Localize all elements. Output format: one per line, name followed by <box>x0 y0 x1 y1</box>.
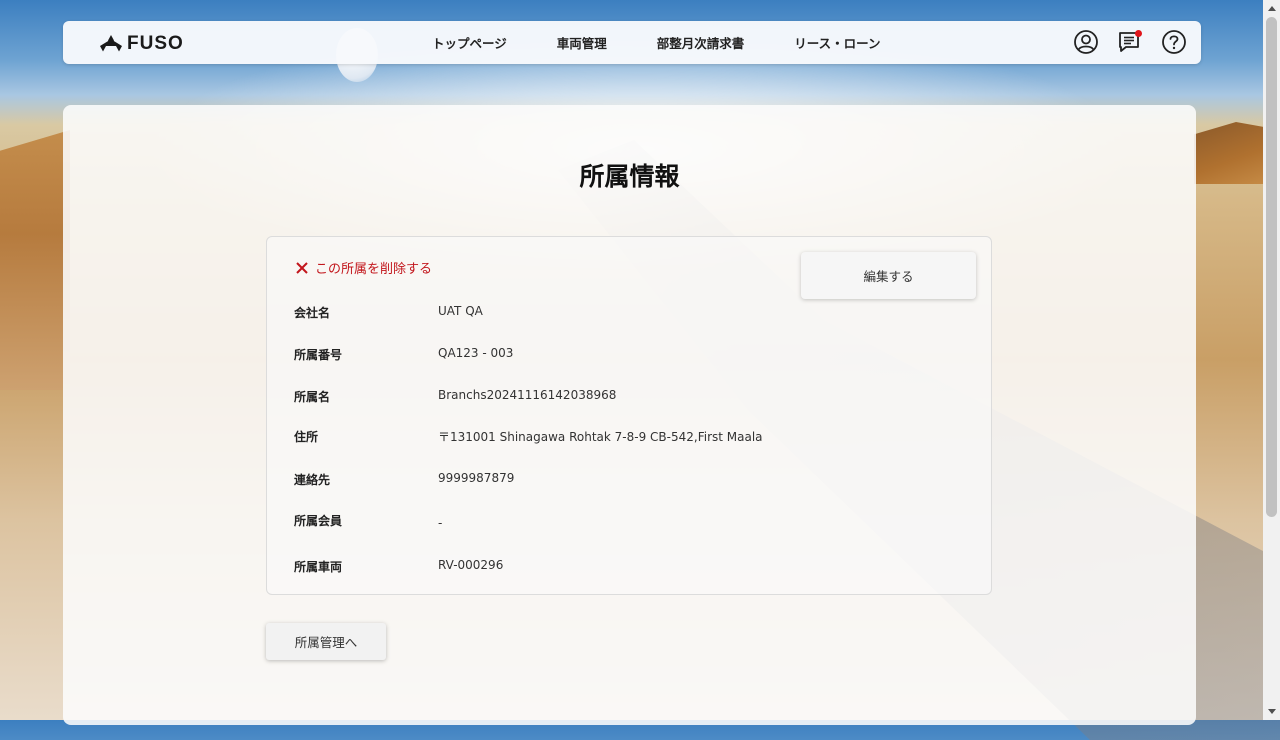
detail-label: 会社名 <box>294 306 331 320</box>
detail-value: - <box>438 516 443 530</box>
scrollbar-thumb[interactable] <box>1266 17 1277 517</box>
detail-value: Branchs20241116142038968 <box>438 388 617 402</box>
detail-label: 所属会員 <box>294 514 343 528</box>
mitsubishi-logo-icon <box>100 35 122 52</box>
logo-text: FUSO <box>127 33 184 54</box>
detail-value: RV-000296 <box>438 558 504 572</box>
detail-label: 連絡先 <box>294 473 331 487</box>
nav-link-top-page[interactable]: トップページ <box>432 33 507 52</box>
page-title: 所属情報 <box>579 162 680 191</box>
user-circle-icon[interactable] <box>1073 29 1099 55</box>
question-circle-icon[interactable] <box>1161 29 1187 55</box>
detail-label: 所属車両 <box>294 560 343 574</box>
detail-label: 所属番号 <box>294 348 343 362</box>
fuso-logo[interactable]: FUSO <box>100 33 184 55</box>
nav-link-vehicle-management[interactable]: 車両管理 <box>557 33 607 52</box>
top-navbar: FUSO トップページ 車両管理 部整月次請求書 リース・ローン <box>63 21 1201 64</box>
detail-label: 住所 <box>294 430 319 444</box>
nav-link-lease-loan[interactable]: リース・ローン <box>794 33 880 52</box>
affiliation-details-panel: この所属を削除する 編集する 会社名 UAT QA 所属番号 QA123 - 0… <box>266 236 992 595</box>
detail-value: 〒131001 Shinagawa Rohtak 7-8-9 CB-542,Fi… <box>438 430 763 444</box>
delete-label: この所属を削除する <box>315 262 433 277</box>
background-hill-left <box>0 130 70 390</box>
detail-label: 所属名 <box>294 390 331 404</box>
nav-icon-group <box>1073 29 1187 55</box>
detail-value: UAT QA <box>438 304 483 318</box>
edit-button[interactable]: 編集する <box>801 252 976 299</box>
close-icon <box>296 261 308 274</box>
detail-value: 9999987879 <box>438 471 515 485</box>
main-card: 所属情報 この所属を削除する 編集する 会社名 UAT QA 所属番号 QA12… <box>63 105 1196 725</box>
background-hill-right <box>1194 122 1264 184</box>
main-navigation: トップページ 車両管理 部整月次請求書 リース・ローン <box>432 21 931 64</box>
chat-notification-icon[interactable] <box>1117 29 1143 55</box>
vertical-scrollbar[interactable] <box>1263 0 1280 720</box>
detail-value: QA123 - 003 <box>438 346 514 360</box>
back-to-affiliation-management-button[interactable]: 所属管理へ <box>266 623 386 660</box>
nav-link-monthly-invoice[interactable]: 部整月次請求書 <box>657 33 745 52</box>
notification-dot <box>1135 30 1142 37</box>
scroll-down-arrow-icon[interactable] <box>1263 703 1280 720</box>
delete-affiliation-link[interactable]: この所属を削除する <box>295 258 432 277</box>
scroll-up-arrow-icon[interactable] <box>1263 0 1280 17</box>
